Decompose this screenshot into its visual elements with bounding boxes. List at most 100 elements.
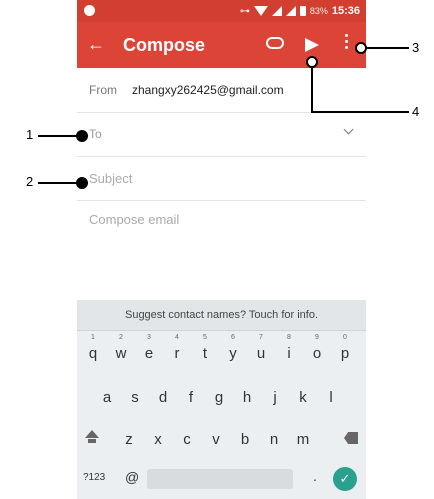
key-l[interactable]: l xyxy=(319,380,343,412)
notification-dot-icon xyxy=(84,5,95,16)
callout-line-1 xyxy=(38,135,78,137)
key-hint-6: 6 xyxy=(231,334,235,341)
key-hint-0: 0 xyxy=(343,334,347,341)
keyboard-suggestion-strip[interactable]: Suggest contact names? Touch for info. xyxy=(77,300,366,331)
key-label: s xyxy=(131,389,139,406)
more-vert-icon[interactable] xyxy=(345,34,348,52)
key-n[interactable]: n xyxy=(262,422,286,454)
soft-keyboard: Suggest contact names? Touch for info. 1… xyxy=(77,300,366,499)
status-time: 15:36 xyxy=(331,5,360,17)
key-z[interactable]: z xyxy=(117,422,141,454)
signal-icon-2 xyxy=(285,6,296,16)
key-label: h xyxy=(242,389,252,406)
key-t[interactable]: 5t xyxy=(193,334,217,368)
key-label: y xyxy=(229,345,237,362)
key-o[interactable]: 9o xyxy=(305,334,329,368)
callout-dot-4 xyxy=(306,56,318,68)
key-k[interactable]: k xyxy=(291,380,315,412)
key-m[interactable]: m xyxy=(291,422,315,454)
from-row[interactable]: From zhangxy262425@gmail.com xyxy=(77,68,366,113)
wifi-icon xyxy=(253,6,268,16)
key-a[interactable]: a xyxy=(95,380,119,412)
back-arrow-icon[interactable]: ← xyxy=(87,34,105,55)
key-label: o xyxy=(312,345,322,362)
key-label: e xyxy=(144,345,154,362)
key-e[interactable]: 3e xyxy=(137,334,161,368)
vpn-key-icon: ⊶ xyxy=(239,5,250,17)
key-q[interactable]: 1q xyxy=(81,334,105,368)
key-label: j xyxy=(273,389,277,406)
key-hint-8: 8 xyxy=(287,334,291,341)
paperclip-icon[interactable] xyxy=(266,37,284,49)
key-label: x xyxy=(154,431,162,448)
battery-percent: 83% xyxy=(309,6,328,16)
key-label: l xyxy=(329,389,333,406)
key-r[interactable]: 4r xyxy=(165,334,189,368)
enter-checkmark-icon[interactable]: ✓ xyxy=(333,467,357,491)
key-hint-7: 7 xyxy=(259,334,263,341)
key-label: q xyxy=(88,345,98,362)
callout-dot-3 xyxy=(355,42,367,54)
key-label: m xyxy=(296,431,310,448)
backspace-icon[interactable] xyxy=(344,432,358,444)
key-label: w xyxy=(115,345,127,362)
key-label: n xyxy=(269,431,279,448)
callout-number-4: 4 xyxy=(412,104,420,119)
signal-icon xyxy=(271,6,282,16)
to-input[interactable]: To xyxy=(89,127,102,141)
callout-dot-2 xyxy=(76,177,88,189)
chevron-down-icon[interactable] xyxy=(343,124,354,135)
callout-dot-1 xyxy=(76,130,88,142)
keyboard-row-1: 1q2w3e4r5t6y7u8i9o0p xyxy=(77,334,366,368)
keyboard-bottom-row: ?123 @ . ✓ xyxy=(77,463,366,499)
key-w[interactable]: 2w xyxy=(109,334,133,368)
callout-number-1: 1 xyxy=(26,127,34,142)
status-icons: ⊶ 83% 15:36 xyxy=(240,3,360,19)
to-field[interactable]: To xyxy=(77,112,366,157)
key-label: i xyxy=(287,345,291,362)
key-x[interactable]: x xyxy=(146,422,170,454)
from-account[interactable]: zhangxy262425@gmail.com xyxy=(132,83,284,97)
key-f[interactable]: f xyxy=(179,380,203,412)
subject-field[interactable]: Subject xyxy=(77,156,366,201)
key-h[interactable]: h xyxy=(235,380,259,412)
shift-icon[interactable] xyxy=(85,430,99,438)
period-key[interactable]: . xyxy=(313,468,317,484)
at-key[interactable]: @ xyxy=(125,469,139,485)
callout-line-3 xyxy=(365,47,409,49)
callout-line-2 xyxy=(38,182,78,184)
key-label: p xyxy=(340,345,350,362)
key-d[interactable]: d xyxy=(151,380,175,412)
key-label: a xyxy=(102,389,112,406)
key-i[interactable]: 8i xyxy=(277,334,301,368)
keyboard-row-3: z x c v b nm xyxy=(77,422,366,454)
key-hint-4: 4 xyxy=(175,334,179,341)
callout-number-3: 3 xyxy=(412,40,420,55)
key-label: t xyxy=(202,345,208,362)
key-hint-9: 9 xyxy=(315,334,319,341)
key-v[interactable]: v xyxy=(204,422,228,454)
key-hint-2: 2 xyxy=(119,334,123,341)
key-b[interactable]: b xyxy=(233,422,257,454)
phone-screen: ⊶ 83% 15:36 ← Compose From zhangxy262425… xyxy=(77,0,366,499)
subject-input[interactable]: Subject xyxy=(89,171,132,186)
space-bar[interactable] xyxy=(147,469,293,489)
key-label: v xyxy=(212,431,220,448)
key-g[interactable]: g xyxy=(207,380,231,412)
key-s[interactable]: s xyxy=(123,380,147,412)
key-hint-3: 3 xyxy=(147,334,151,341)
key-u[interactable]: 7u xyxy=(249,334,273,368)
compose-body-input[interactable]: Compose email xyxy=(89,212,179,227)
app-bar: ← Compose xyxy=(77,22,366,68)
key-hint-5: 5 xyxy=(203,334,207,341)
send-icon[interactable] xyxy=(305,38,319,52)
key-label: z xyxy=(125,431,133,448)
battery-icon xyxy=(299,6,306,16)
key-j[interactable]: j xyxy=(263,380,287,412)
key-y[interactable]: 6y xyxy=(221,334,245,368)
key-c[interactable]: c xyxy=(175,422,199,454)
key-label: g xyxy=(214,389,224,406)
symbols-key[interactable]: ?123 xyxy=(83,472,105,483)
callout-number-2: 2 xyxy=(26,174,34,189)
key-p[interactable]: 0p xyxy=(333,334,357,368)
